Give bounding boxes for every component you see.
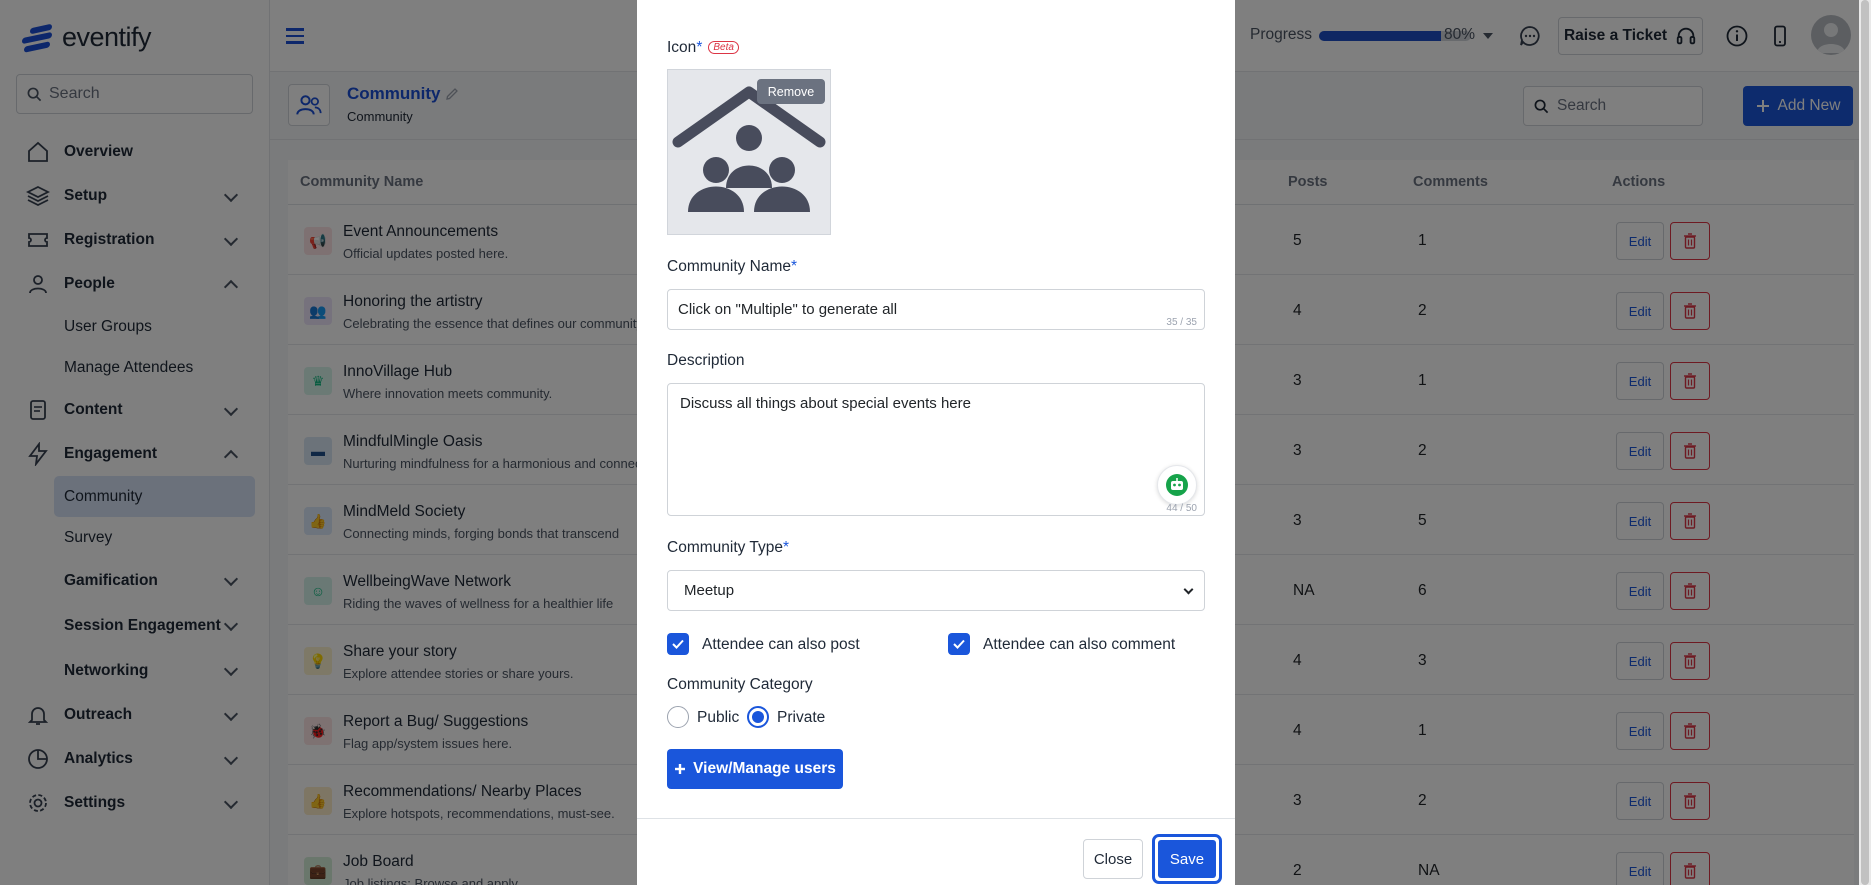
community-name-input[interactable]: Click on "Multiple" to generate all 35 /… (667, 289, 1205, 330)
remove-icon-button[interactable]: Remove (757, 79, 825, 104)
community-category-label: Community Category (667, 676, 813, 693)
robot-icon (1166, 474, 1188, 496)
chevron-down-icon (1183, 584, 1194, 595)
community-name-label: Community Name* (667, 258, 798, 275)
community-type-select[interactable]: Meetup (667, 570, 1205, 611)
community-type-value: Meetup (684, 582, 735, 599)
community-type-label-text: Community Type (667, 539, 784, 556)
name-char-counter: 35 / 35 (1166, 317, 1197, 328)
page-scrollbar[interactable] (1859, 0, 1871, 885)
icon-label-text: Icon (667, 39, 697, 56)
icon-label: Icon* Beta (667, 39, 739, 57)
description-value: Discuss all things about special events … (680, 395, 971, 412)
checkmark-icon (672, 639, 684, 649)
beta-badge: Beta (708, 41, 739, 54)
edit-community-modal: Icon* Beta Remove Community Name* Click o… (637, 0, 1235, 885)
close-button[interactable]: Close (1083, 839, 1143, 879)
community-type-label: Community Type* (667, 539, 790, 556)
description-char-counter: 44 / 50 (1166, 503, 1197, 514)
view-manage-users-button[interactable]: View/Manage users (667, 749, 843, 789)
attendee-comment-checkbox[interactable] (948, 633, 970, 655)
plus-icon (675, 764, 686, 774)
category-private-label: Private (777, 709, 826, 726)
category-private-radio[interactable] (747, 706, 769, 728)
save-button[interactable]: Save (1152, 834, 1222, 884)
community-name-value: Click on "Multiple" to generate all (678, 301, 898, 318)
category-public-radio[interactable] (667, 706, 689, 728)
description-label: Description (667, 352, 745, 369)
checkmark-icon (953, 639, 965, 649)
view-manage-users-label: View/Manage users (693, 760, 836, 777)
description-textarea[interactable]: Discuss all things about special events … (667, 383, 1205, 516)
save-button-label: Save (1158, 840, 1216, 878)
category-public-label: Public (697, 709, 740, 726)
attendee-post-label: Attendee can also post (702, 636, 860, 653)
attendee-comment-label: Attendee can also comment (983, 636, 1176, 653)
attendee-post-checkbox[interactable] (667, 633, 689, 655)
ai-assist-button[interactable] (1157, 465, 1197, 505)
community-name-label-text: Community Name (667, 258, 792, 275)
community-icon-preview[interactable]: Remove (667, 69, 831, 235)
modal-footer-divider (637, 818, 1235, 819)
